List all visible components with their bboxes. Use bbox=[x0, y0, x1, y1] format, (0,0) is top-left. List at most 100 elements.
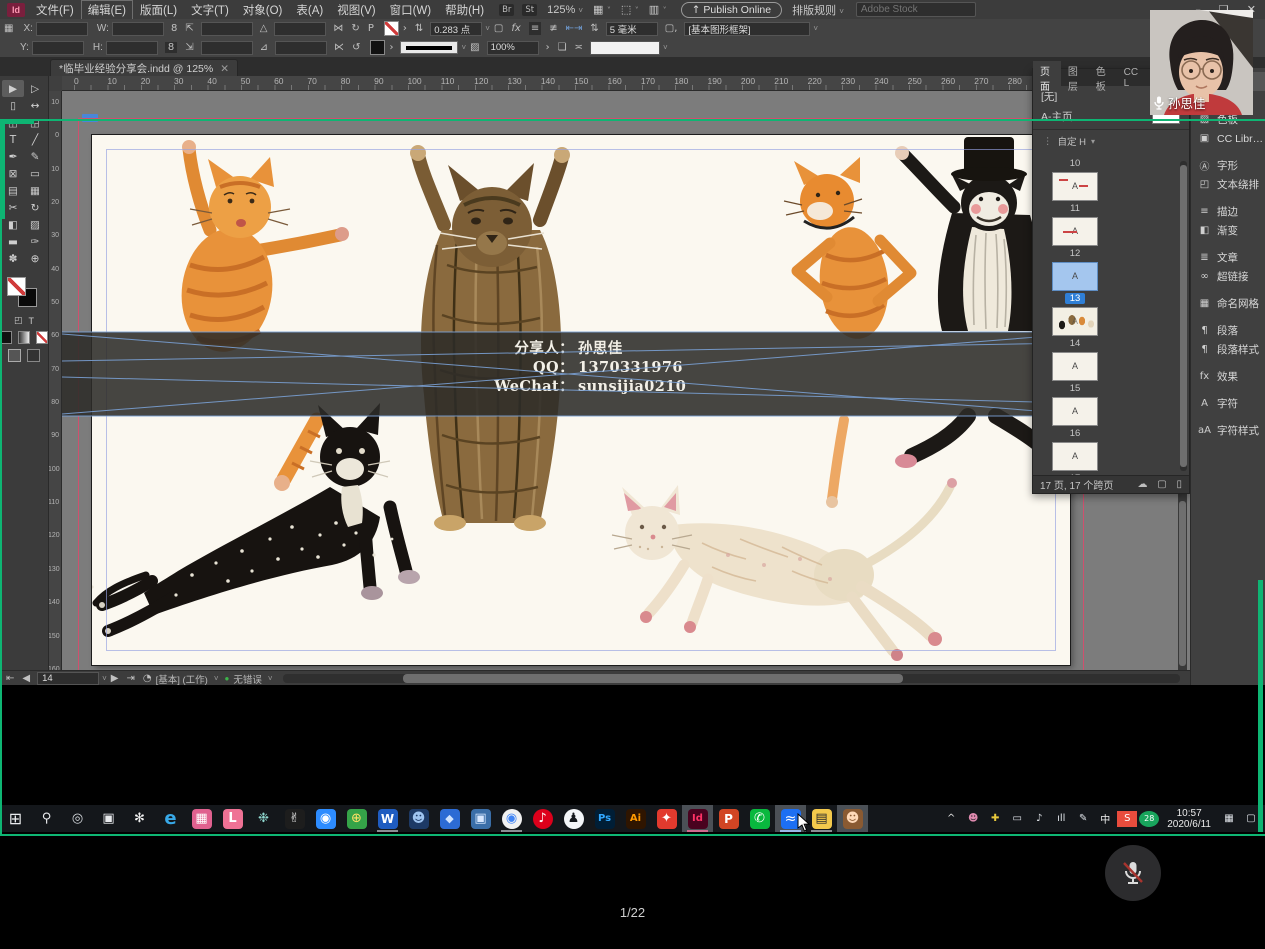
current-page-field[interactable]: 14 bbox=[37, 672, 99, 685]
字符[interactable]: A 字符 bbox=[1191, 394, 1265, 413]
描边[interactable]: ≡ 描边 bbox=[1191, 202, 1265, 221]
person-app-icon[interactable]: ☻ bbox=[403, 805, 434, 832]
menu-item[interactable]: 帮助(H) bbox=[438, 0, 491, 20]
word-icon[interactable]: W bbox=[372, 805, 403, 832]
文本绕排[interactable]: ◰ 文本绕排 bbox=[1191, 175, 1265, 194]
段落[interactable]: ¶ 段落 bbox=[1191, 321, 1265, 340]
rotation-field[interactable] bbox=[274, 22, 326, 36]
last-page-icon[interactable]: ⇥ bbox=[126, 673, 134, 684]
wechat-icon[interactable]: ✆ bbox=[744, 805, 775, 832]
blue-app-icon[interactable]: ◆ bbox=[434, 805, 465, 832]
渐变[interactable]: ◧ 渐变 bbox=[1191, 221, 1265, 240]
超链接[interactable]: ∞ 超链接 bbox=[1191, 267, 1265, 286]
link-icon[interactable]: 8 bbox=[165, 42, 177, 53]
rotate-ccw-icon[interactable]: ↺ bbox=[352, 42, 360, 53]
menu-item[interactable]: 对象(O) bbox=[236, 0, 290, 20]
task-view-icon[interactable]: ▣ bbox=[93, 805, 124, 832]
gradient-feather-tool[interactable]: ▨ bbox=[24, 216, 46, 233]
pencil-tool[interactable]: ✎ bbox=[24, 148, 46, 165]
字形[interactable]: Ⓐ 字形 bbox=[1191, 156, 1265, 175]
camera-app-icon[interactable]: ☻ bbox=[837, 805, 868, 832]
gap-tool[interactable]: ↔ bbox=[24, 97, 46, 114]
w-field[interactable] bbox=[112, 22, 164, 36]
align-bottom-icon[interactable]: ≢ bbox=[549, 23, 557, 34]
action-center-icon[interactable]: ▢ bbox=[1241, 811, 1261, 827]
free-transform-tool[interactable]: ↻ bbox=[24, 199, 46, 216]
first-page-icon[interactable]: ⇤ bbox=[6, 673, 14, 684]
menu-item[interactable]: 视图(V) bbox=[330, 0, 382, 20]
table-tool[interactable]: ▤ bbox=[2, 182, 24, 199]
page-thumbnail[interactable]: A bbox=[1052, 217, 1098, 246]
lulu-app-icon[interactable]: L bbox=[217, 805, 248, 832]
menu-item[interactable]: 表(A) bbox=[289, 0, 330, 20]
rotate-90-icon[interactable]: ↻ bbox=[351, 23, 359, 34]
menu-item[interactable]: 文字(T) bbox=[184, 0, 236, 20]
tab-cc-libraries[interactable]: CC L bbox=[1117, 65, 1147, 91]
workspace-switcher[interactable]: 排版规则 ˅ bbox=[792, 2, 844, 18]
CC Libr…[interactable]: ▣ CC Libr… bbox=[1191, 129, 1265, 148]
new-page-icon[interactable]: ▢ bbox=[1157, 479, 1166, 490]
circles-app-icon[interactable]: ❉ bbox=[248, 805, 279, 832]
tab-layers[interactable]: 图层 bbox=[1061, 61, 1089, 95]
stock-search-input[interactable] bbox=[856, 2, 976, 17]
bridge-button[interactable]: Br bbox=[499, 4, 514, 16]
fill-swatch[interactable] bbox=[370, 40, 385, 55]
direct-selection-tool[interactable]: ▷ bbox=[24, 80, 46, 97]
文章[interactable]: ≣ 文章 bbox=[1191, 248, 1265, 267]
pinwheel-app-icon[interactable]: ✻ bbox=[124, 805, 155, 832]
page-item[interactable]: A 11 bbox=[1039, 172, 1111, 215]
reference-point-proxy[interactable]: ▦ bbox=[4, 23, 13, 34]
page-thumbnail[interactable]: A bbox=[1052, 262, 1098, 291]
效果[interactable]: fx 效果 bbox=[1191, 367, 1265, 386]
drop-shadow-icon[interactable]: ❏ bbox=[558, 42, 567, 53]
fill-stroke-controls[interactable] bbox=[7, 277, 41, 311]
preflight-profile[interactable]: [基本] (工作) bbox=[156, 672, 208, 686]
stroke-weight-field[interactable]: 0.283 点 bbox=[430, 22, 482, 36]
select-container-icon[interactable]: P bbox=[368, 23, 374, 34]
menu-item[interactable]: 编辑(E) bbox=[81, 0, 133, 20]
red-app-icon[interactable]: ✦ bbox=[651, 805, 682, 832]
zoom-tool[interactable]: ⊕ bbox=[24, 250, 46, 267]
page-item[interactable]: A 14 bbox=[1039, 307, 1111, 350]
gap-stepper[interactable]: ⇅ bbox=[590, 23, 598, 34]
type-tool[interactable]: T bbox=[2, 131, 24, 148]
menu-item[interactable]: 窗口(W) bbox=[383, 0, 439, 20]
netease-music-icon[interactable]: ♪ bbox=[527, 805, 558, 832]
taskbar-clock[interactable]: 10:57 2020/6/11 bbox=[1161, 808, 1217, 830]
tray-expand-icon[interactable]: ^ bbox=[941, 811, 961, 827]
page-thumbnail[interactable]: A bbox=[1052, 397, 1098, 426]
tray-shield-icon[interactable]: ✚ bbox=[985, 811, 1005, 827]
tray-network-icon[interactable]: ıll bbox=[1051, 811, 1071, 827]
fill-none-swatch[interactable] bbox=[7, 277, 26, 296]
touch-keyboard-icon[interactable]: ▦ bbox=[1219, 811, 1239, 827]
constrain-link-icon[interactable]: 8 bbox=[171, 23, 177, 34]
photos-app-icon[interactable]: ▦ bbox=[186, 805, 217, 832]
previous-page-icon[interactable]: ◀ bbox=[22, 673, 30, 684]
page-item[interactable]: A 17 bbox=[1039, 442, 1111, 475]
tray-ime-icon[interactable]: 中 bbox=[1095, 811, 1115, 827]
start-button[interactable]: ⊞ bbox=[0, 805, 31, 832]
globe-app-icon[interactable]: ⊕ bbox=[341, 805, 372, 832]
frame-tool[interactable]: ⊠ bbox=[2, 165, 24, 182]
view-options-icon[interactable]: ▦ ˅ bbox=[593, 3, 611, 16]
tray-volume-icon[interactable]: ♪ bbox=[1029, 811, 1049, 827]
page-item-selected[interactable]: A 13 bbox=[1039, 262, 1111, 305]
page-thumbnail[interactable]: A bbox=[1052, 442, 1098, 471]
contact-band[interactable]: 分享人：孙思佳QQ：1370331976WeChat：sunsijia0210 bbox=[62, 332, 1075, 416]
scale-y-field[interactable] bbox=[201, 41, 253, 55]
effects-icon[interactable]: fx bbox=[511, 23, 520, 34]
qq-icon[interactable]: ♟ bbox=[558, 805, 589, 832]
object-style-select[interactable]: [基本图形框架] bbox=[684, 22, 810, 36]
stock-button[interactable]: St bbox=[522, 4, 537, 16]
page-size-row[interactable]: ⋮ 自定 H ▾ bbox=[1033, 129, 1189, 150]
edge-icon[interactable]: e bbox=[155, 805, 186, 832]
命名网格[interactable]: ▦ 命名网格 bbox=[1191, 294, 1265, 313]
photoshop-icon[interactable]: Ps bbox=[589, 805, 620, 832]
gradient-tool[interactable]: ◧ bbox=[2, 216, 24, 233]
x-field[interactable] bbox=[36, 22, 88, 36]
flip-vertical-icon[interactable]: ⋉ bbox=[334, 42, 344, 53]
page-item[interactable]: A 16 bbox=[1039, 397, 1111, 440]
y-field[interactable] bbox=[32, 41, 84, 55]
rectangle-tool[interactable]: ▭ bbox=[24, 165, 46, 182]
opacity-field[interactable]: 100% bbox=[487, 41, 539, 55]
